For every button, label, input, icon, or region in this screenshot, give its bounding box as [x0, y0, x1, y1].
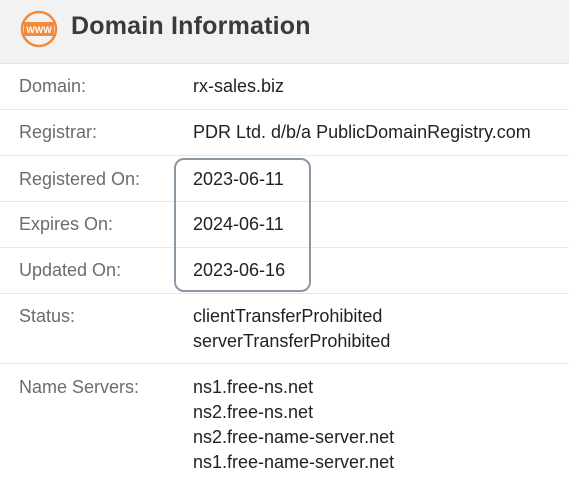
- svg-text:WWW: WWW: [26, 25, 52, 35]
- name-server-value: ns1.free-ns.net: [193, 377, 314, 397]
- expires-on-label: Expires On:: [19, 214, 114, 234]
- registrar-value: PDR Ltd. d/b/a PublicDomainRegistry.com: [193, 122, 531, 142]
- registrar-label: Registrar:: [19, 122, 98, 142]
- www-globe-icon: WWW: [20, 10, 58, 48]
- registered-on-label: Registered On:: [19, 169, 141, 189]
- page-title: Domain Information: [71, 12, 311, 40]
- row-name-servers: Name Servers: ns1.free-ns.net ns2.free-n…: [0, 364, 569, 480]
- status-value: clientTransferProhibited: [193, 306, 383, 326]
- name-servers-values: ns1.free-ns.net ns2.free-ns.net ns2.free…: [193, 375, 394, 475]
- dates-highlight-box: [174, 158, 311, 292]
- row-status: Status: clientTransferProhibited serverT…: [0, 294, 569, 364]
- status-values: clientTransferProhibited serverTransferP…: [193, 304, 390, 354]
- domain-label: Domain:: [19, 76, 87, 96]
- status-value: serverTransferProhibited: [193, 331, 391, 351]
- domain-value: rx-sales.biz: [193, 76, 285, 96]
- domain-info-card: WWW Domain Information Domain: rx-sales.…: [0, 0, 569, 480]
- status-label: Status:: [19, 306, 76, 326]
- updated-on-label: Updated On:: [19, 260, 122, 280]
- name-server-value: ns2.free-name-server.net: [193, 427, 395, 447]
- row-domain: Domain: rx-sales.biz: [0, 64, 569, 110]
- row-registrar: Registrar: PDR Ltd. d/b/a PublicDomainRe…: [0, 110, 569, 156]
- card-header: WWW Domain Information: [0, 0, 569, 64]
- name-server-value: ns1.free-name-server.net: [193, 452, 395, 472]
- name-servers-label: Name Servers:: [19, 377, 140, 397]
- name-server-value: ns2.free-ns.net: [193, 402, 314, 422]
